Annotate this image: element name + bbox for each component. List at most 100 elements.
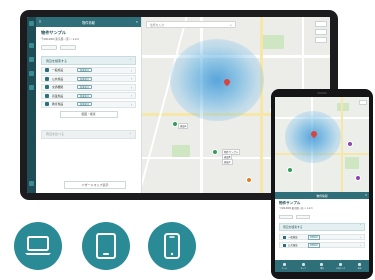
star-icon (339, 262, 343, 266)
chevron-right-icon: › (360, 243, 361, 247)
facility-marker-icon[interactable] (246, 177, 252, 183)
chevron-right-icon: › (130, 102, 132, 107)
home-icon (282, 262, 286, 266)
tab-settings[interactable]: 設定 (350, 260, 369, 272)
list-item-label: 教育施設 (52, 102, 64, 106)
user-icon[interactable] (29, 181, 34, 186)
action-button[interactable] (296, 215, 310, 219)
chevron-up-icon: ˆ (359, 224, 361, 228)
tab-property[interactable]: 物件 (313, 260, 332, 272)
list-item[interactable]: 教育施設 結果表示 › (41, 100, 136, 108)
section-label: 周辺を検索する (46, 58, 68, 63)
panel-header: 物件情報 × (275, 192, 369, 199)
tab-home[interactable]: ホーム (275, 260, 294, 272)
search-nearby-section[interactable]: 周辺を検索する ˆ (279, 223, 365, 231)
list-item[interactable]: 一般施設 結果表示 › (41, 66, 136, 74)
search-nearby-section[interactable]: 周辺を検索する ˆ (41, 56, 136, 65)
result-tag[interactable]: 結果表示 (308, 242, 321, 248)
chevron-right-icon: › (130, 77, 132, 81)
tab-label: お気に入り (336, 267, 346, 270)
info-panel: ≡ 物件情報 × 物件サンプル 〒000-0000 東京都○○区○○ 1-2-3… (36, 17, 142, 193)
list-item-label: 一般施設 (288, 236, 298, 239)
list-item[interactable]: 商業施設 結果表示 › (41, 92, 136, 99)
list-item-label: 交通機関 (52, 85, 64, 89)
tab-label: ホーム (281, 267, 288, 270)
search-input[interactable]: 住所を入力 ⌕ (146, 21, 236, 28)
chevron-up-icon: ˆ (129, 58, 131, 63)
speaker (317, 92, 327, 94)
result-tag[interactable]: 結果表示 (308, 234, 321, 240)
compare-section[interactable]: 周辺を比べる ˇ (41, 129, 136, 139)
list-item-label: 一般施設 (52, 68, 64, 72)
tab-map[interactable]: マップ (294, 260, 313, 272)
facility-marker-icon[interactable] (355, 175, 361, 181)
panel-header: ≡ 物件情報 × (36, 17, 141, 27)
result-tag[interactable]: 結果表示 (77, 102, 93, 106)
range-search-button[interactable]: 範囲・検索 (59, 110, 118, 118)
tab-label: 物件 (320, 267, 324, 270)
gear-icon (358, 262, 362, 266)
heatmap-area (170, 39, 264, 121)
category-icon (45, 68, 49, 72)
list-item[interactable]: 一般施設 結果表示 › (279, 234, 365, 240)
map-control[interactable] (359, 100, 367, 105)
action-button[interactable] (60, 45, 76, 50)
panel-header-title: 物件情報 (82, 20, 95, 25)
tab-label: 設定 (357, 267, 362, 270)
menu-icon[interactable]: ≡ (39, 19, 41, 24)
layer-icon[interactable] (29, 57, 34, 62)
settings-icon[interactable] (29, 85, 34, 90)
menu-icon[interactable] (29, 21, 34, 26)
chevron-down-icon: ˇ (129, 131, 131, 137)
tab-favorites[interactable]: お気に入り (331, 260, 350, 272)
result-tag[interactable]: 結果表示 (77, 68, 93, 72)
phone-screen: 物件情報 × 物件サンプル 〒000-0000 東京都○○区○○ 1-2-3 周… (275, 97, 369, 272)
action-buttons (279, 215, 310, 219)
list-item-label: 商業施設 (52, 93, 64, 98)
result-tag[interactable]: 結果表示 (77, 85, 93, 89)
list-item[interactable]: 交通機関 結果表示 › (41, 83, 136, 91)
category-icon (45, 102, 49, 106)
side-rail (27, 17, 36, 193)
property-title: 物件サンプル (41, 30, 66, 35)
property-icon[interactable] (29, 43, 34, 48)
tablet-icon (82, 222, 130, 270)
chevron-right-icon: › (360, 235, 361, 239)
facility-marker-icon[interactable] (212, 149, 218, 155)
map-control[interactable] (315, 29, 327, 35)
map-control[interactable] (315, 21, 327, 27)
section-label: 周辺を比べる (46, 132, 65, 136)
list-item[interactable]: 公共施設 結果表示 › (41, 75, 136, 82)
category-icon (45, 93, 49, 98)
cloud-icon[interactable] (29, 71, 34, 76)
action-button[interactable] (41, 45, 57, 50)
result-tag[interactable]: 結果表示 (77, 76, 93, 81)
facility-marker-icon[interactable] (287, 167, 293, 173)
list-item[interactable]: 公共施設 結果表示 › (279, 242, 365, 248)
panel-header-title: 物件情報 (316, 193, 328, 198)
chevron-right-icon: › (130, 68, 132, 73)
bottom-tab-bar: ホーム マップ 物件 お気に入り 設定 (275, 260, 369, 272)
map-icon (301, 262, 305, 266)
building-icon (320, 262, 324, 266)
category-icon (45, 76, 49, 81)
list-item-label: 公共施設 (288, 244, 298, 247)
chevron-right-icon: › (130, 94, 132, 98)
hazard-map-button[interactable]: ハザードマップ表示 (64, 181, 126, 189)
close-icon[interactable]: × (136, 19, 138, 24)
section-label: 周辺を検索する (283, 225, 303, 229)
close-icon[interactable]: × (365, 193, 367, 197)
list-item-label: 公共施設 (52, 76, 64, 81)
result-tag[interactable]: 結果表示 (77, 93, 93, 98)
map-control[interactable] (315, 37, 327, 43)
smartphone-icon (148, 222, 196, 270)
map-view[interactable] (275, 97, 369, 192)
facility-marker-icon[interactable] (347, 141, 353, 147)
chevron-right-icon: › (130, 85, 132, 90)
tab-label: マップ (300, 267, 306, 270)
action-buttons (36, 42, 141, 53)
search-icon[interactable]: ⌕ (230, 23, 232, 27)
action-button[interactable] (279, 215, 293, 219)
laptop-icon (14, 222, 62, 270)
category-icon (283, 235, 286, 239)
